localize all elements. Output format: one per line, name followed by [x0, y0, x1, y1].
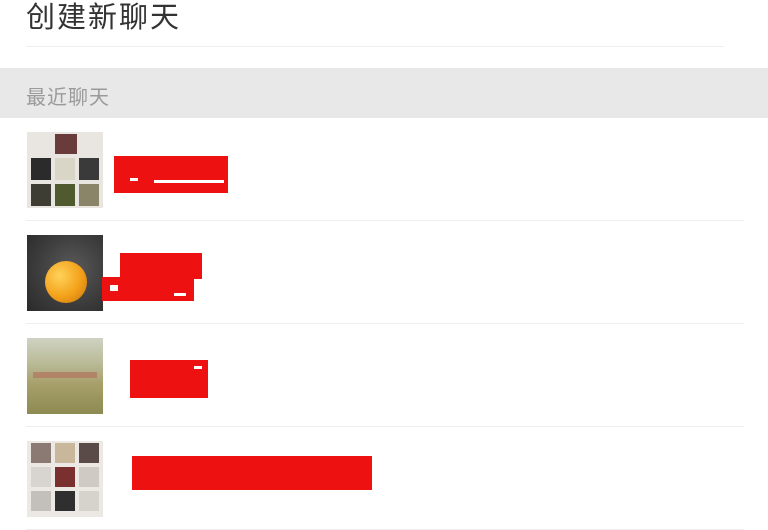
group-avatar — [27, 441, 103, 517]
recent-chats-section-header: 最近聊天 — [0, 68, 768, 118]
list-item[interactable] — [0, 427, 768, 530]
redacted-chat-name — [132, 456, 372, 490]
list-item[interactable] — [0, 221, 768, 324]
redacted-chat-name — [114, 156, 228, 193]
section-title: 最近聊天 — [26, 85, 110, 109]
landscape-photo-avatar — [27, 338, 103, 414]
divider — [26, 46, 724, 47]
create-new-chat-button[interactable]: 创建新聊天 — [26, 0, 181, 36]
list-item[interactable] — [0, 118, 768, 221]
redacted-chat-name — [130, 360, 208, 398]
recent-chat-list — [0, 118, 768, 530]
orange-icon — [45, 261, 87, 303]
list-item[interactable] — [0, 324, 768, 427]
orange-photo-avatar — [27, 235, 103, 311]
group-avatar — [27, 132, 103, 208]
header: 创建新聊天 — [0, 0, 768, 68]
redacted-chat-preview — [102, 277, 194, 301]
redacted-chat-name — [120, 253, 202, 279]
